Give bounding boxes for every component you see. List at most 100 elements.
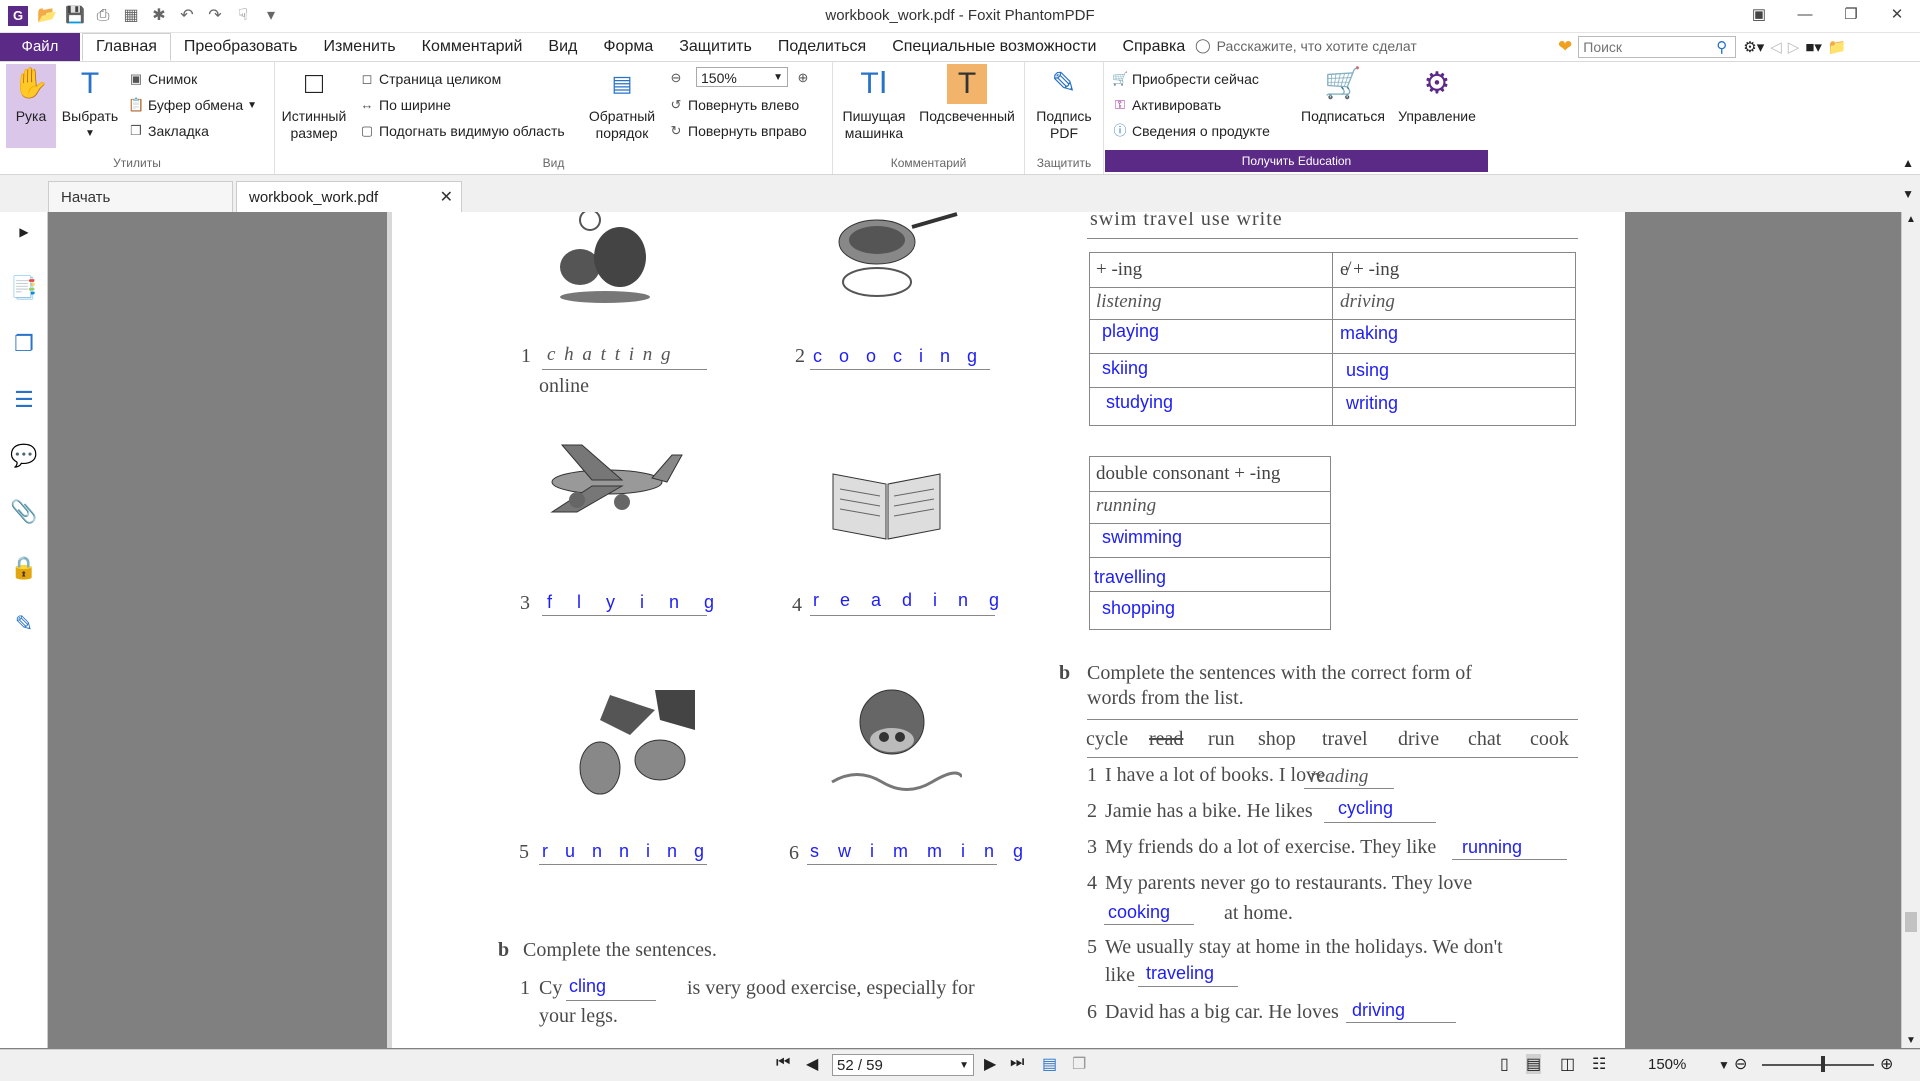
undo-icon[interactable]: ↶	[176, 5, 198, 27]
file-menu[interactable]: Файл	[0, 33, 80, 61]
zoom-in-status-icon[interactable]: ⊕	[1880, 1054, 1893, 1074]
page-number-field[interactable]: 52 / 59 ▼	[832, 1054, 974, 1076]
create-icon[interactable]: ✱	[148, 5, 170, 27]
vertical-scrollbar[interactable]: ▲ ▼	[1901, 212, 1920, 1048]
first-page-icon[interactable]: ⏮	[776, 1054, 790, 1072]
scroll-down-icon[interactable]: ▼	[1906, 1035, 1916, 1046]
copy-page-icon[interactable]: ❐	[1072, 1054, 1086, 1074]
hand-tool-dropdown-icon[interactable]: ☟	[232, 5, 254, 27]
security-lock-icon[interactable]: 🔒	[10, 554, 38, 582]
actual-size-button[interactable]: □ Истинный размер	[281, 64, 347, 142]
close-tab-icon[interactable]: ✕	[440, 182, 453, 213]
tab-share[interactable]: Поделиться	[765, 33, 879, 61]
heart-icon[interactable]: ❤	[1558, 37, 1572, 57]
collapse-ribbon-icon[interactable]: ▲	[1902, 156, 1914, 170]
tab-view[interactable]: Вид	[535, 33, 590, 61]
layers-panel-icon[interactable]: ☰	[10, 386, 38, 414]
redo-icon[interactable]: ↷	[204, 5, 226, 27]
fit-page-button[interactable]: ◻ Страница целиком	[359, 68, 502, 90]
back-arrow-icon[interactable]: ◁	[1770, 38, 1782, 56]
next-page-icon[interactable]: ▶	[984, 1054, 996, 1074]
product-info-button[interactable]: ⓘ Сведения о продукте	[1112, 120, 1269, 142]
search-input[interactable]	[1578, 36, 1737, 58]
rotate-left-button[interactable]: ↺ Повернуть влево	[668, 94, 800, 116]
bookmarks-panel-icon[interactable]: 📑	[10, 274, 38, 302]
reverse-order-button[interactable]: ▤ Обратный порядок	[587, 64, 657, 142]
document-viewport[interactable]: 1 c h a t t i n g online 2 c o o c i n g…	[48, 212, 1901, 1048]
rotate-right-button[interactable]: ↻ Повернуть вправо	[668, 120, 807, 142]
prev-page-icon[interactable]: ◀	[806, 1054, 818, 1074]
close-button[interactable]: ✕	[1874, 0, 1920, 30]
comments-panel-icon[interactable]: 💬	[10, 442, 38, 470]
reflow-icon[interactable]: ▤	[1042, 1054, 1057, 1074]
customize-qat-icon[interactable]: ▾	[260, 5, 282, 27]
bookmark-button[interactable]: ❒ Закладка	[128, 120, 209, 142]
tab-list-dropdown-icon[interactable]: ▼	[1902, 187, 1914, 201]
zoom-in-button[interactable]: ⊕	[795, 67, 811, 89]
foxit-app-icon[interactable]: G	[8, 6, 28, 26]
select-tool-button[interactable]: T Выбрать ▼	[60, 64, 120, 142]
scrollbar-thumb[interactable]	[1905, 912, 1917, 932]
tab-comment[interactable]: Комментарий	[409, 33, 536, 61]
zoom-out-status-icon[interactable]: ⊖	[1734, 1054, 1747, 1074]
last-page-icon[interactable]: ⏭	[1010, 1054, 1024, 1072]
fit-visible-button[interactable]: ▢ Подогнать видимую область	[359, 120, 565, 142]
group-view: □ Истинный размер ◻ Страница целиком ↔ По …	[275, 62, 833, 174]
folder-icon[interactable]: 📁	[1828, 38, 1847, 56]
subscribe-button[interactable]: 🛒 Подписаться	[1298, 64, 1388, 125]
continuous-view-icon[interactable]: ▤	[1526, 1054, 1542, 1074]
user-icon[interactable]: ■▾	[1805, 38, 1822, 56]
tab-accessibility[interactable]: Специальные возможности	[879, 33, 1109, 61]
gear-icon[interactable]: ⚙▾	[1743, 38, 1764, 56]
item1-extra: online	[539, 375, 589, 397]
hand-tool-button[interactable]: ✋ Рука	[6, 64, 56, 148]
facing-view-icon[interactable]: ◫	[1560, 1054, 1575, 1074]
expand-panel-icon[interactable]: ▶	[10, 218, 38, 246]
search-icon[interactable]: ⚲	[1716, 38, 1727, 56]
tab-form[interactable]: Форма	[590, 33, 666, 61]
tab-protect[interactable]: Защитить	[666, 33, 765, 61]
zoom-slider-knob[interactable]	[1821, 1056, 1825, 1072]
open-folder-icon[interactable]: 📂	[36, 5, 58, 27]
section-b-left-label: b	[498, 939, 510, 961]
forward-arrow-icon[interactable]: ▷	[1788, 38, 1800, 56]
table1-col2-row2: making	[1340, 323, 1399, 343]
attachments-panel-icon[interactable]: 📎	[10, 498, 38, 526]
typewriter-button[interactable]: TⅠ Пишущая машинка	[839, 64, 909, 142]
buy-now-button[interactable]: 🛒 Приобрести сейчас	[1112, 68, 1259, 90]
zoom-dropdown-icon[interactable]: ▼	[1718, 1058, 1730, 1072]
activate-button[interactable]: ⚿ Активировать	[1112, 94, 1221, 116]
chevron-down-icon: ▼	[85, 128, 95, 139]
single-page-view-icon[interactable]: ▯	[1500, 1054, 1509, 1074]
tab-home[interactable]: Главная	[82, 33, 171, 61]
minimize-button[interactable]: —	[1782, 0, 1828, 30]
fit-width-button[interactable]: ↔ По ширине	[359, 94, 451, 116]
pages-panel-icon[interactable]: ❐	[10, 330, 38, 358]
tab-start[interactable]: Начать	[48, 181, 233, 212]
tab-edit[interactable]: Изменить	[310, 33, 408, 61]
save-icon[interactable]: 💾	[64, 5, 86, 27]
tab-document[interactable]: workbook_work.pdf ✕	[236, 181, 462, 212]
print-preview-icon[interactable]: ▦	[120, 5, 142, 27]
zoom-out-button[interactable]: ⊖	[668, 67, 684, 89]
highlight-button[interactable]: T Подсвеченный	[917, 64, 1017, 125]
table2-row2: swimming	[1102, 527, 1183, 547]
scroll-up-icon[interactable]: ▲	[1906, 214, 1916, 225]
continuous-facing-view-icon[interactable]: ☷	[1592, 1054, 1606, 1074]
tab-help[interactable]: Справка	[1109, 33, 1198, 61]
tell-me-box[interactable]: ◯ Расскажите, что хотите сделат	[1195, 37, 1417, 54]
sign-pdf-button[interactable]: ✎ Подпись PDF	[1029, 64, 1099, 142]
manage-button[interactable]: ⚙ Управление	[1394, 64, 1480, 125]
signature-panel-icon[interactable]: ✎	[10, 610, 38, 638]
zoom-level[interactable]: 150%	[1648, 1056, 1686, 1073]
print-icon[interactable]: ⎙	[92, 5, 114, 27]
snapshot-button[interactable]: ▣ Снимок	[128, 68, 197, 90]
zoom-slider[interactable]	[1762, 1064, 1874, 1066]
zoom-select[interactable]: 150% ▼	[696, 67, 788, 87]
education-banner[interactable]: Получить Education	[1105, 150, 1488, 172]
clipboard-button[interactable]: 📋 Буфер обмена ▼	[128, 94, 257, 116]
ribbon-options-icon[interactable]: ▣	[1736, 0, 1782, 30]
tab-convert[interactable]: Преобразовать	[171, 33, 311, 61]
navigation-panel: ▶ 📑 ❐ ☰ 💬 📎 🔒 ✎	[0, 212, 48, 1048]
maximize-button[interactable]: ❐	[1828, 0, 1874, 30]
